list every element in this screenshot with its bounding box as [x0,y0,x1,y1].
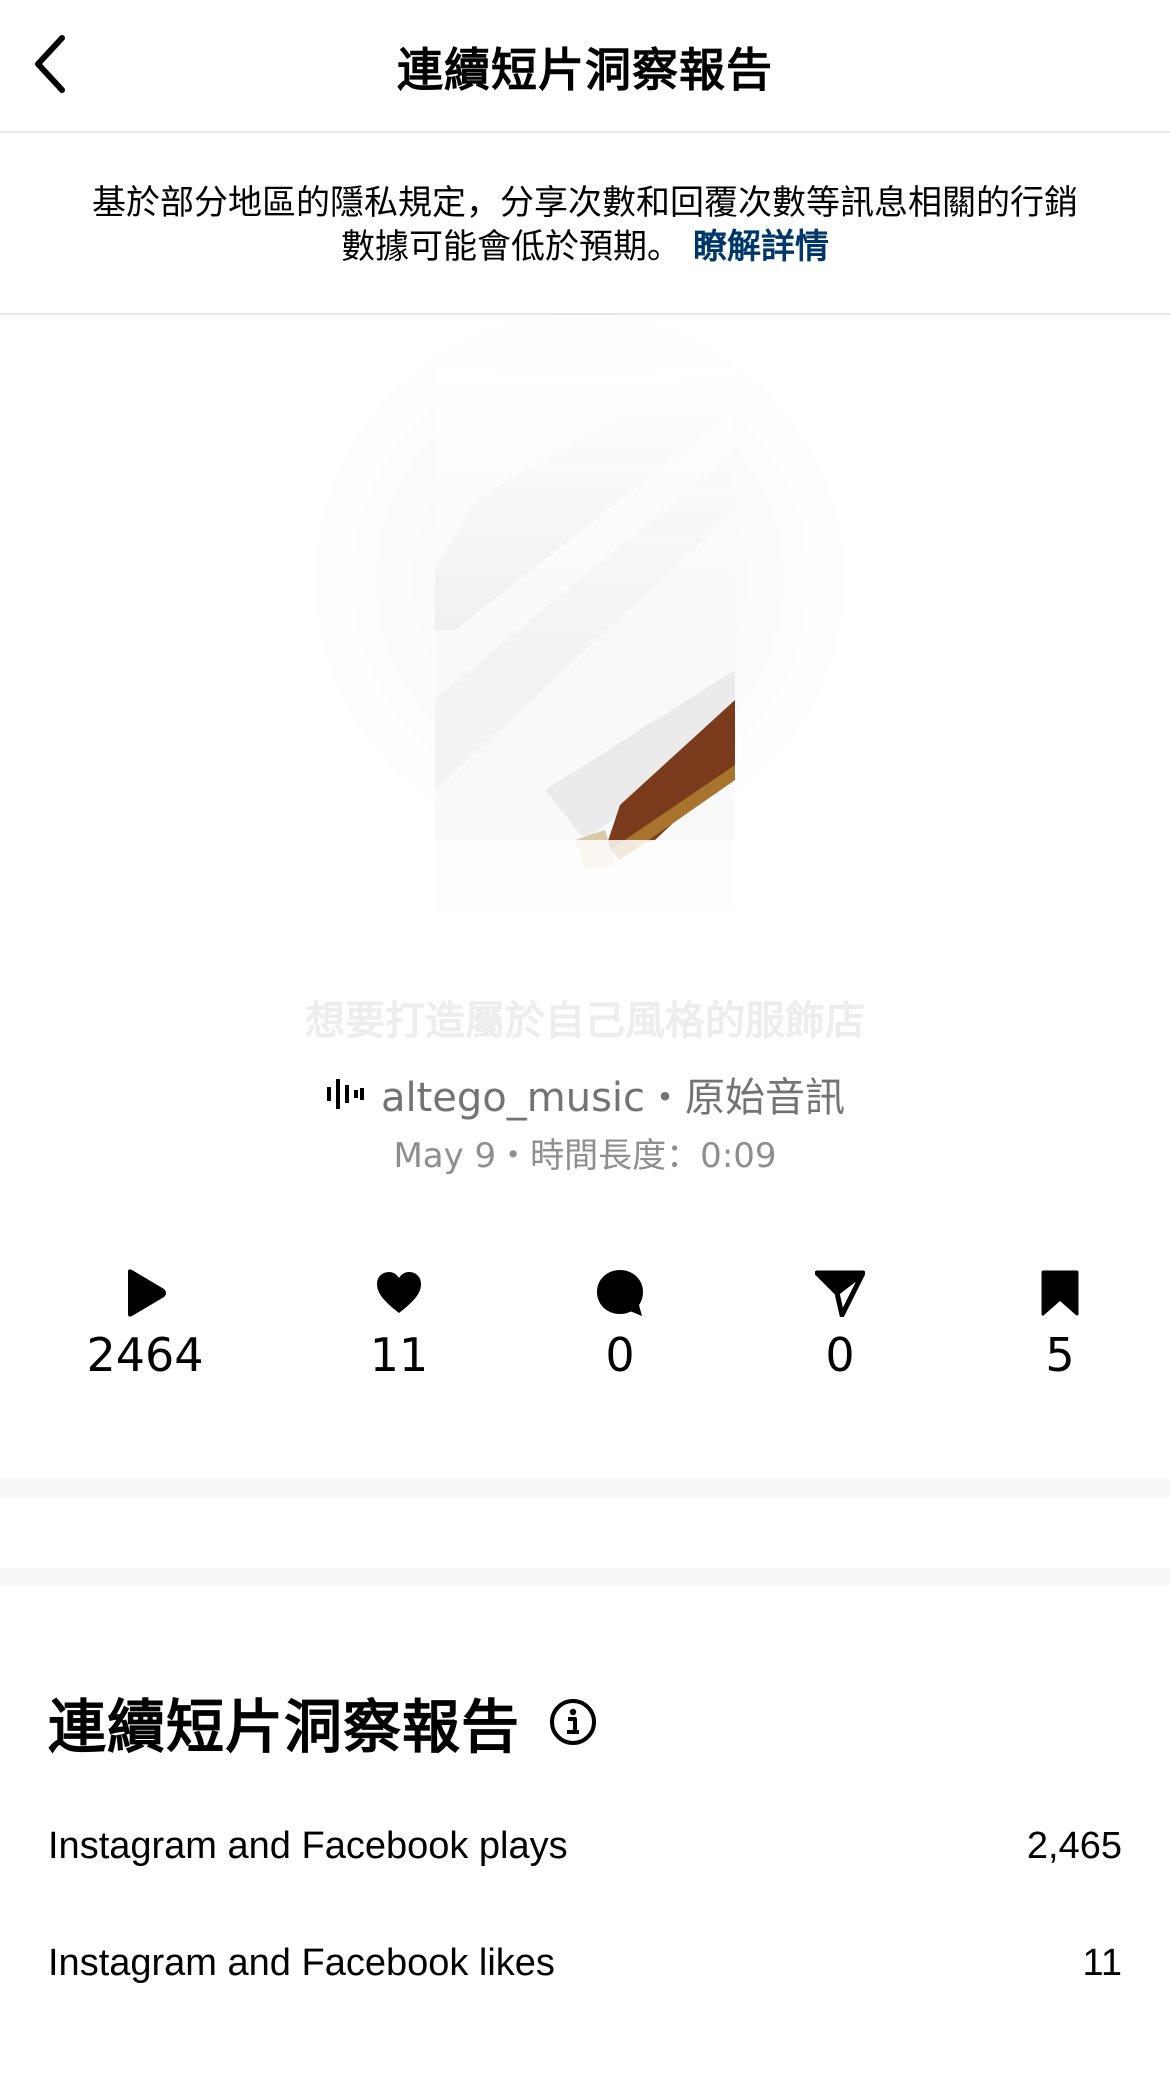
learn-more-link[interactable]: 瞭解詳情 [693,227,829,267]
metric-value: 2,465 [1026,1825,1122,1867]
plays-count: 2464 [86,1328,204,1382]
metric-label: Instagram and Facebook plays [48,1825,568,1867]
share-icon [750,1265,930,1321]
metric-value: 11 [1082,1942,1122,1984]
play-icon [55,1265,235,1321]
bookmark-icon [970,1265,1150,1321]
saves-count: 5 [1045,1328,1075,1382]
plays-stat: 2464 [55,1265,235,1385]
comments-count: 0 [605,1328,635,1382]
insights-header: 連續短片洞察報告 [48,1680,598,1764]
heart-icon [309,1265,489,1321]
audio-text: altego_music・原始音訊 [380,1075,846,1121]
likes-stat: 11 [309,1265,489,1385]
shares-stat: 0 [750,1265,930,1385]
privacy-notice: 基於部分地區的隱私規定，分享次數和回覆次數等訊息相關的行銷數據可能會低於預期。瞭… [0,133,1170,315]
reel-stats-row: 2464 11 0 0 5 [0,1265,1170,1385]
section-divider [0,1478,1170,1498]
section-divider [0,1568,1170,1586]
comments-stat: 0 [530,1265,710,1385]
metric-row-likes: Instagram and Facebook likes 11 [48,1942,1122,1985]
reel-caption: 想要打造屬於自己風格的服飾店 [305,998,865,1044]
info-icon[interactable] [548,1697,598,1747]
audio-waveform-icon [325,1077,365,1111]
shares-count: 0 [825,1328,855,1382]
saves-stat: 5 [970,1265,1150,1385]
top-navigation-bar: 連續短片洞察報告 [0,0,1170,133]
page-title: 連續短片洞察報告 [397,43,773,97]
likes-count: 11 [369,1328,429,1382]
insights-title: 連續短片洞察報告 [48,1693,521,1761]
comment-icon [530,1265,710,1321]
metric-row-plays: Instagram and Facebook plays 2,465 [48,1825,1122,1868]
metric-label: Instagram and Facebook likes [48,1942,555,1984]
reel-meta: May 9・時間長度：0:09 [393,1136,777,1176]
reel-thumbnail[interactable] [435,370,735,910]
audio-attribution[interactable]: altego_music・原始音訊 [0,1065,1170,1123]
privacy-notice-text: 基於部分地區的隱私規定，分享次數和回覆次數等訊息相關的行銷數據可能會低於預期。 [92,183,1078,267]
